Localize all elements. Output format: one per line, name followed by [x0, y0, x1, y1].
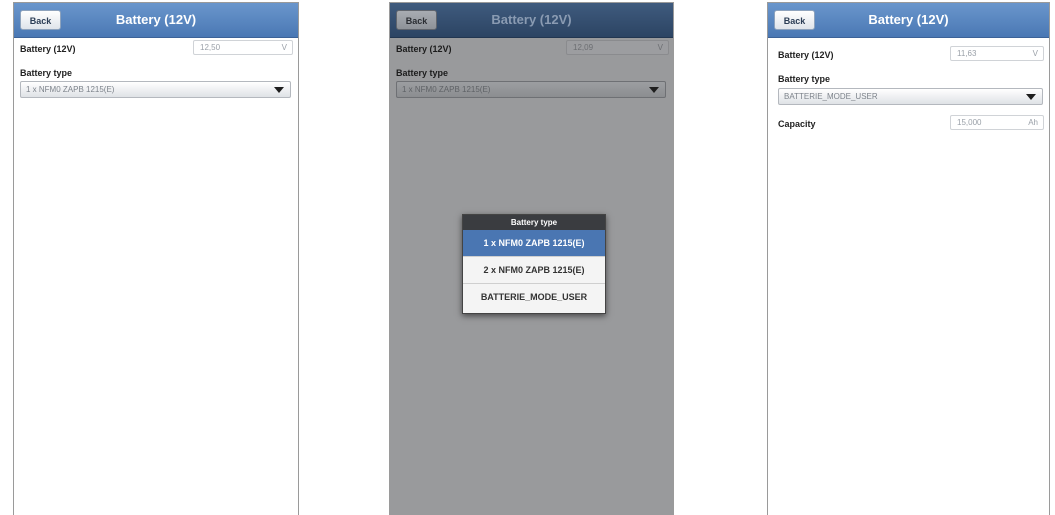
back-button[interactable]: Back [396, 10, 437, 30]
battery-type-dialog: Battery type 1 x NFM0 ZAPB 1215(E) 2 x N… [462, 214, 606, 314]
dialog-option[interactable]: 2 x NFM0 ZAPB 1215(E) [463, 257, 605, 284]
page-title: Battery (12V) [868, 12, 949, 27]
battery-type-value: 1 x NFM0 ZAPB 1215(E) [402, 85, 491, 94]
battery-voltage-unit: V [281, 43, 287, 52]
back-button[interactable]: Back [774, 10, 815, 30]
battery-voltage-value: 11,63 [957, 49, 977, 58]
title-bar: Back Battery (12V) [14, 3, 298, 38]
screen-3: Back Battery (12V) Battery (12V) 11,63 V… [767, 2, 1050, 515]
battery-type-select[interactable]: 1 x NFM0 ZAPB 1215(E) [396, 81, 666, 98]
title-bar: Back Battery (12V) [768, 3, 1049, 38]
screen-2: Back Battery (12V) Battery (12V) 12,09 V… [389, 2, 674, 515]
dialog-option[interactable]: BATTERIE_MODE_USER [463, 284, 605, 311]
battery-type-label: Battery type [20, 68, 73, 78]
battery-type-value: 1 x NFM0 ZAPB 1215(E) [26, 85, 115, 94]
capacity-field[interactable]: 15,000 Ah [950, 115, 1044, 130]
battery-type-label: Battery type [396, 68, 449, 78]
battery-voltage-label: Battery (12V) [396, 44, 452, 54]
chevron-down-icon [274, 87, 284, 93]
title-bar: Back Battery (12V) [390, 3, 673, 38]
back-button[interactable]: Back [20, 10, 61, 30]
battery-voltage-field[interactable]: 12,50 V [193, 40, 293, 55]
battery-voltage-unit: V [657, 43, 663, 52]
chevron-down-icon [1026, 94, 1036, 100]
battery-voltage-label: Battery (12V) [20, 44, 76, 54]
chevron-down-icon [649, 87, 659, 93]
page-title: Battery (12V) [491, 12, 572, 27]
dialog-option[interactable]: 1 x NFM0 ZAPB 1215(E) [463, 230, 605, 257]
battery-type-select[interactable]: BATTERIE_MODE_USER [778, 88, 1043, 105]
dialog-title: Battery type [463, 215, 605, 230]
screen-1: Back Battery (12V) Battery (12V) 12,50 V… [13, 2, 299, 515]
battery-voltage-unit: V [1032, 49, 1038, 58]
battery-voltage-field[interactable]: 11,63 V [950, 46, 1044, 61]
battery-voltage-value: 12,09 [573, 43, 594, 52]
capacity-value: 15,000 [957, 118, 982, 127]
battery-type-label: Battery type [778, 74, 831, 84]
page-title: Battery (12V) [115, 12, 197, 27]
battery-voltage-value: 12,50 [200, 43, 221, 52]
capacity-unit: Ah [1028, 118, 1038, 127]
battery-type-value: BATTERIE_MODE_USER [784, 92, 878, 101]
battery-voltage-field[interactable]: 12,09 V [566, 40, 669, 55]
battery-voltage-label: Battery (12V) [778, 50, 834, 60]
battery-type-select[interactable]: 1 x NFM0 ZAPB 1215(E) [20, 81, 291, 98]
capacity-label: Capacity [778, 119, 816, 129]
